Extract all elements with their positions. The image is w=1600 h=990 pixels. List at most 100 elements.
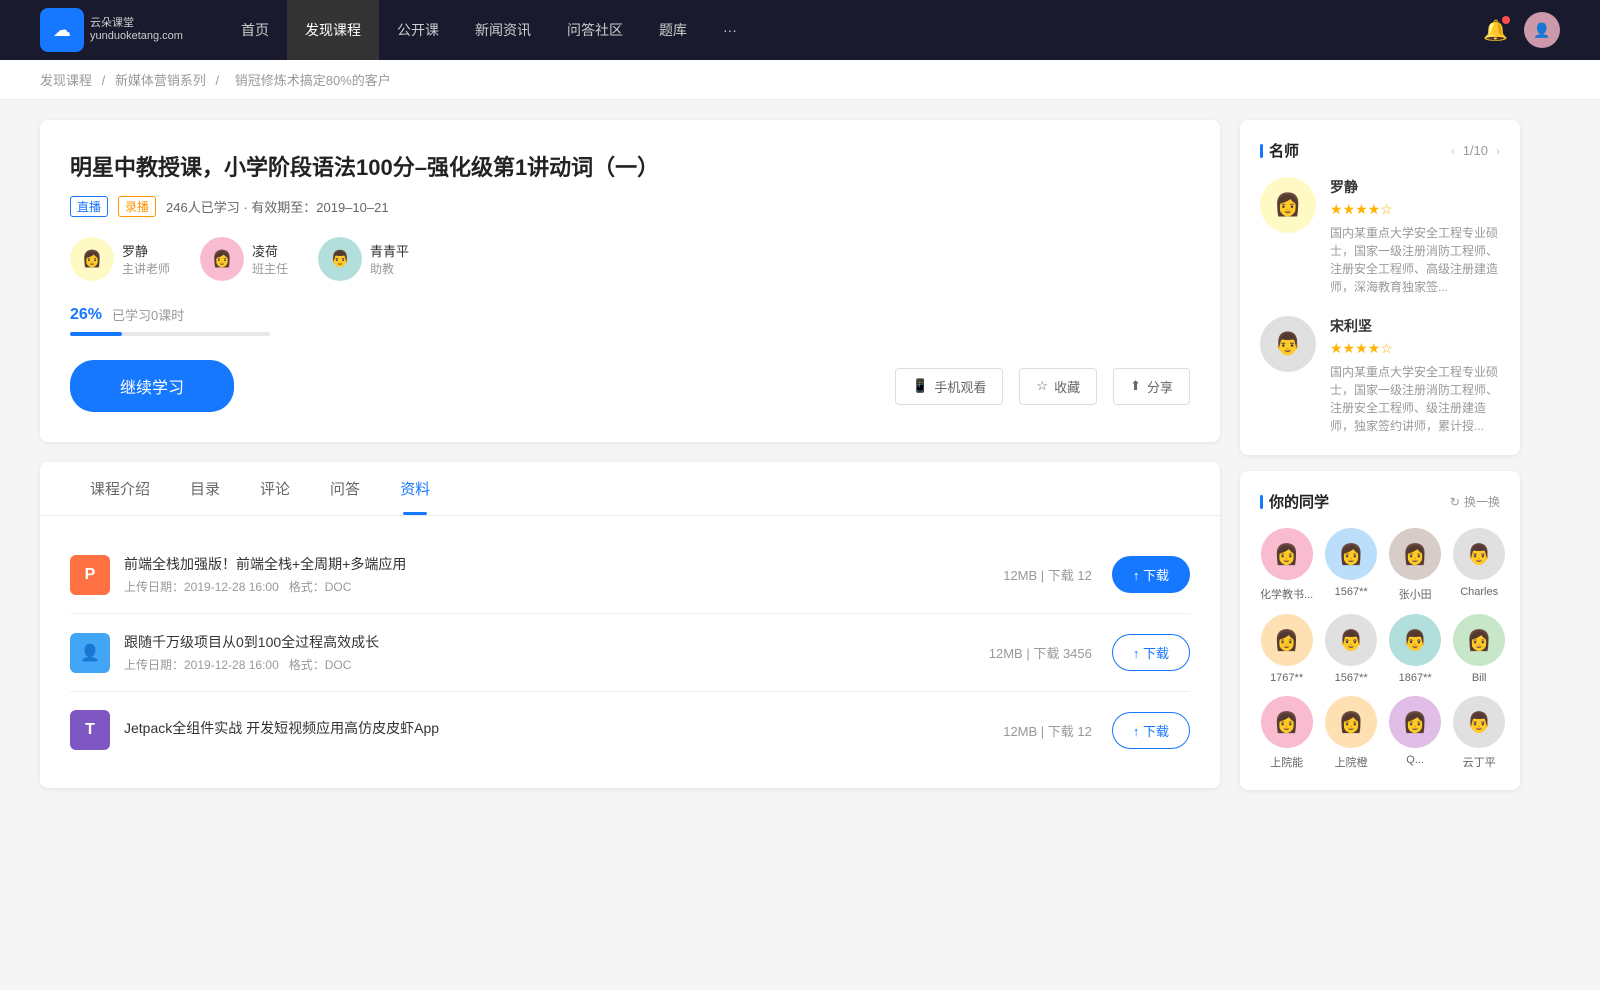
logo[interactable]: ☁ 云朵课堂 yunduoketang.com: [40, 8, 183, 52]
badge-recorded: 录播: [118, 196, 156, 217]
download-button-2[interactable]: ↑ 下载: [1112, 712, 1190, 749]
teacher-1-avatar-inner: 👩: [200, 237, 244, 281]
resource-stats-2: 12MB | 下载 12: [1003, 721, 1092, 740]
resource-icon-2: T: [70, 710, 110, 750]
teacher-2-info: 青青平 助教: [370, 241, 409, 277]
nav-right: 🔔 👤: [1483, 12, 1560, 48]
resource-info-2: Jetpack全组件实战 开发短视频应用高仿皮皮虾App: [124, 718, 1003, 742]
share-icon: ⬆: [1130, 378, 1141, 394]
classmate-10[interactable]: 👩 Q...: [1389, 696, 1441, 770]
breadcrumb-link-0[interactable]: 发现课程: [40, 73, 92, 88]
tab-review[interactable]: 评论: [240, 462, 310, 515]
teachers-pagination: ‹ 1/10 ›: [1451, 143, 1500, 158]
notification-dot: [1502, 16, 1510, 24]
classmate-avatar-2: 👩: [1389, 528, 1441, 580]
teacher-card-name-0: 罗静: [1330, 177, 1500, 197]
teacher-0-name: 罗静: [122, 241, 170, 260]
breadcrumb-current: 销冠修炼术搞定80%的客户: [235, 73, 391, 88]
progress-fill: [70, 332, 122, 336]
course-card: 明星中教授课，小学阶段语法100分–强化级第1讲动词（一） 直播 录播 246人…: [40, 120, 1220, 442]
teacher-0: 👩 罗静 主讲老师: [70, 237, 170, 281]
classmate-name-0: 化学教书...: [1260, 586, 1313, 602]
share-button[interactable]: ⬆ 分享: [1113, 368, 1190, 405]
classmates-title: 你的同学: [1260, 491, 1329, 512]
classmate-6[interactable]: 👨 1867**: [1389, 614, 1441, 684]
course-meta-text: 246人已学习 · 有效期至：2019–10–21: [166, 197, 389, 216]
classmate-2[interactable]: 👩 张小田: [1389, 528, 1441, 602]
teacher-card-avatar-0: 👩: [1260, 177, 1316, 233]
resource-icon-1: 👤: [70, 633, 110, 673]
tab-intro[interactable]: 课程介绍: [70, 462, 170, 515]
classmate-8[interactable]: 👩 上院能: [1260, 696, 1313, 770]
tab-catalog[interactable]: 目录: [170, 462, 240, 515]
notification-bell[interactable]: 🔔: [1483, 18, 1508, 43]
collect-button[interactable]: ☆ 收藏: [1019, 368, 1097, 405]
course-actions: 继续学习 📱 手机观看 ☆ 收藏 ⬆ 分享: [70, 360, 1190, 412]
tab-qa[interactable]: 问答: [310, 462, 380, 515]
resource-meta-1: 上传日期：2019-12-28 16:00 格式：DOC: [124, 656, 989, 673]
right-sidebar: 名师 ‹ 1/10 › 👩 罗静 ★★★★☆ 国内某重点大学安全工程专业硕士，国…: [1240, 120, 1520, 806]
classmate-4[interactable]: 👩 1767**: [1260, 614, 1313, 684]
classmates-grid: 👩 化学教书... 👩 1567** 👩 张小田 👨 Charles 👩: [1260, 528, 1500, 770]
classmate-avatar-0: 👩: [1261, 528, 1313, 580]
classmate-9[interactable]: 👩 上院橙: [1325, 696, 1377, 770]
refresh-button[interactable]: ↻ 换一换: [1450, 493, 1500, 510]
download-button-1[interactable]: ↑ 下载: [1112, 634, 1190, 671]
user-avatar-nav[interactable]: 👤: [1524, 12, 1560, 48]
navigation: ☁ 云朵课堂 yunduoketang.com 首页 发现课程 公开课 新闻资讯…: [0, 0, 1600, 60]
teacher-card-info-1: 宋利坚 ★★★★☆ 国内某重点大学安全工程专业硕士，国家一级注册消防工程师、注册…: [1330, 316, 1500, 435]
course-meta: 直播 录播 246人已学习 · 有效期至：2019–10–21: [70, 196, 1190, 217]
classmate-5[interactable]: 👨 1567**: [1325, 614, 1377, 684]
teacher-stars-0: ★★★★☆: [1330, 201, 1500, 218]
share-label: 分享: [1147, 377, 1173, 396]
refresh-icon: ↻: [1450, 495, 1460, 509]
nav-item-open[interactable]: 公开课: [379, 0, 457, 60]
teacher-2-avatar: 👨: [318, 237, 362, 281]
mobile-icon: 📱: [912, 378, 928, 394]
classmate-11[interactable]: 👨 云丁平: [1453, 696, 1505, 770]
nav-item-qa[interactable]: 问答社区: [549, 0, 641, 60]
resource-name-2: Jetpack全组件实战 开发短视频应用高仿皮皮虾App: [124, 718, 1003, 738]
download-button-0[interactable]: ↑ 下载: [1112, 556, 1190, 593]
progress-section: 26% 已学习0课时: [70, 305, 1190, 336]
nav-item-news[interactable]: 新闻资讯: [457, 0, 549, 60]
teacher-avatar-inner-1: 👨: [1260, 316, 1316, 372]
classmate-name-10: Q...: [1406, 754, 1424, 766]
teachers-section: 👩 罗静 主讲老师 👩 凌荷 班主任: [70, 237, 1190, 281]
resource-name-1: 跟随千万级项目从0到100全过程高效成长: [124, 632, 989, 652]
logo-icon: ☁: [40, 8, 84, 52]
left-content: 明星中教授课，小学阶段语法100分–强化级第1讲动词（一） 直播 录播 246人…: [40, 120, 1220, 806]
nav-item-more[interactable]: ···: [705, 0, 755, 60]
classmate-name-6: 1867**: [1399, 672, 1432, 684]
teacher-0-avatar-inner: 👩: [70, 237, 114, 281]
teacher-2-role: 助教: [370, 260, 409, 277]
teacher-card-name-1: 宋利坚: [1330, 316, 1500, 336]
teacher-0-avatar: 👩: [70, 237, 114, 281]
mobile-view-button[interactable]: 📱 手机观看: [895, 368, 1003, 405]
pg-prev[interactable]: ‹: [1451, 144, 1455, 158]
teachers-card-title: 名师: [1260, 140, 1299, 161]
mobile-label: 手机观看: [934, 377, 986, 396]
breadcrumb-sep-1: /: [216, 73, 223, 88]
resource-item-2: T Jetpack全组件实战 开发短视频应用高仿皮皮虾App 12MB | 下载…: [70, 692, 1190, 768]
breadcrumb-link-1[interactable]: 新媒体营销系列: [115, 73, 206, 88]
teacher-0-info: 罗静 主讲老师: [122, 241, 170, 277]
tab-resources[interactable]: 资料: [380, 462, 450, 515]
progress-header: 26% 已学习0课时: [70, 305, 1190, 324]
nav-item-discover[interactable]: 发现课程: [287, 0, 379, 60]
progress-percent: 26%: [70, 306, 102, 324]
continue-learning-button[interactable]: 继续学习: [70, 360, 234, 412]
pg-next[interactable]: ›: [1496, 144, 1500, 158]
classmate-7[interactable]: 👩 Bill: [1453, 614, 1505, 684]
nav-item-questions[interactable]: 题库: [641, 0, 705, 60]
classmate-0[interactable]: 👩 化学教书...: [1260, 528, 1313, 602]
teacher-1-role: 班主任: [252, 260, 288, 277]
classmate-1[interactable]: 👩 1567**: [1325, 528, 1377, 602]
resource-stats-0: 12MB | 下载 12: [1003, 565, 1092, 584]
classmate-avatar-8: 👩: [1261, 696, 1313, 748]
collect-label: 收藏: [1054, 377, 1080, 396]
teacher-2-avatar-inner: 👨: [318, 237, 362, 281]
resource-item-1: 👤 跟随千万级项目从0到100全过程高效成长 上传日期：2019-12-28 1…: [70, 614, 1190, 692]
classmate-3[interactable]: 👨 Charles: [1453, 528, 1505, 602]
nav-item-home[interactable]: 首页: [223, 0, 287, 60]
